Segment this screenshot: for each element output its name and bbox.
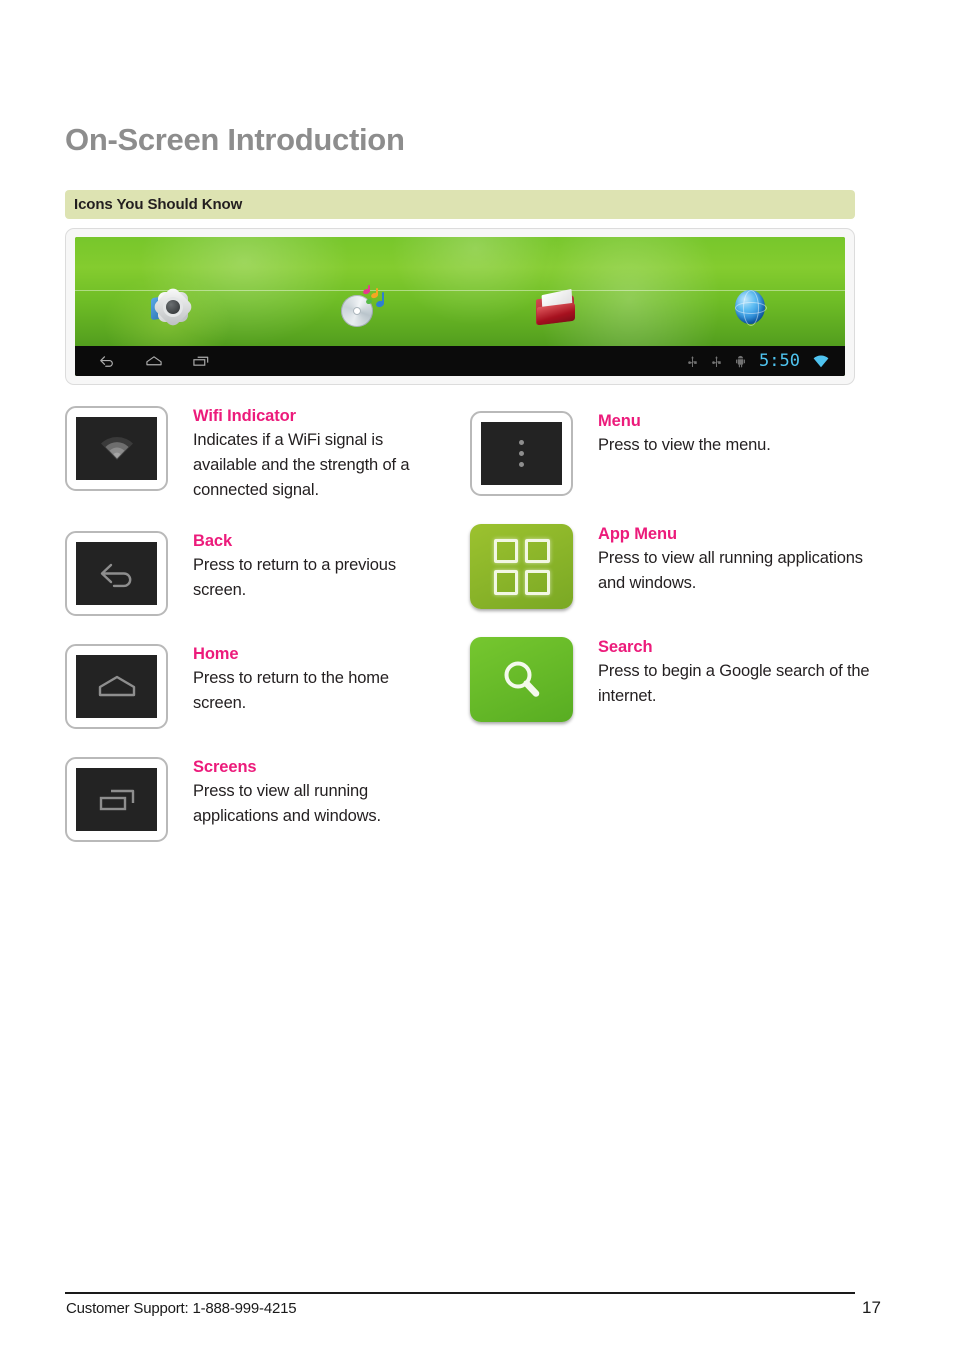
legend-item-search: Search Press to begin a Google search of… xyxy=(470,637,870,722)
legend-left-column: Wifi Indicator Indicates if a WiFi signa… xyxy=(65,406,445,870)
home-screen-app-row xyxy=(75,279,845,335)
legend-title: Search xyxy=(598,638,653,656)
screens-chip xyxy=(65,757,168,843)
legend-item-menu: Menu Press to view the menu. xyxy=(470,411,870,496)
status-clock: 5:50 xyxy=(759,351,800,371)
back-icon[interactable] xyxy=(97,351,117,371)
menu-chip xyxy=(470,411,573,496)
home-icon xyxy=(95,672,139,702)
usb-icon xyxy=(711,354,722,369)
legend-text-block: Home Press to return to the home screen. xyxy=(193,644,445,716)
section-header-bar: Icons You Should Know xyxy=(65,190,855,219)
usb-icon xyxy=(687,354,698,369)
legend-item-back: Back Press to return to a previous scree… xyxy=(65,531,445,617)
legend-description: Press to return to a previous screen. xyxy=(193,556,396,600)
menu-icon xyxy=(517,438,527,470)
legend-description: Press to view the menu. xyxy=(598,436,771,454)
legend-title: Back xyxy=(193,532,233,551)
legend-title: Menu xyxy=(598,412,641,430)
back-chip xyxy=(65,531,168,617)
legend-title: Home xyxy=(193,645,239,664)
file-manager-app-icon[interactable] xyxy=(532,283,580,331)
legend-title: Screens xyxy=(193,758,257,777)
legend-title: App Menu xyxy=(598,525,677,543)
legend-description: Press to view all running applications a… xyxy=(193,782,381,826)
app-slot-music[interactable] xyxy=(268,279,461,335)
app-menu-icon xyxy=(493,538,550,595)
legend-item-wifi-indicator: Wifi Indicator Indicates if a WiFi signa… xyxy=(65,406,445,503)
home-icon[interactable] xyxy=(144,351,164,371)
app-slot-browser[interactable] xyxy=(653,279,846,335)
legend-text-block: Screens Press to view all running applic… xyxy=(193,757,445,829)
app-menu-chip xyxy=(470,524,573,609)
android-debug-icon xyxy=(735,354,746,369)
legend-text-block: Back Press to return to a previous scree… xyxy=(193,531,445,603)
tablet-screenshot-frame: 5:50 xyxy=(65,228,855,385)
navbar-status-group: 5:50 xyxy=(687,351,845,371)
screens-icon xyxy=(95,785,139,815)
footer-divider xyxy=(65,1292,855,1294)
section-header-label: Icons You Should Know xyxy=(74,196,243,213)
legend-description: Press to view all running applications a… xyxy=(598,549,863,593)
footer-page-number: 17 xyxy=(862,1298,881,1317)
legend-text-block: App Menu Press to view all running appli… xyxy=(598,524,870,596)
search-icon xyxy=(497,655,547,705)
legend-text-block: Wifi Indicator Indicates if a WiFi signa… xyxy=(193,406,445,503)
home-chip xyxy=(65,644,168,730)
legend-description: Press to begin a Google search of the in… xyxy=(598,662,870,706)
legend-description: Indicates if a WiFi signal is available … xyxy=(193,431,410,500)
app-slot-file-manager[interactable] xyxy=(460,279,653,335)
legend-text-block: Menu Press to view the menu. xyxy=(598,411,771,458)
legend-item-screens: Screens Press to view all running applic… xyxy=(65,757,445,843)
search-chip xyxy=(470,637,573,722)
wifi-indicator-chip xyxy=(65,406,168,491)
recents-icon[interactable] xyxy=(191,351,211,371)
wifi-icon xyxy=(813,355,829,368)
legend-item-app-menu: App Menu Press to view all running appli… xyxy=(470,524,870,609)
page-title: On-Screen Introduction xyxy=(65,122,405,157)
settings-app-icon[interactable] xyxy=(147,283,195,331)
legend-right-column: Menu Press to view the menu. App Menu Pr… xyxy=(470,406,870,750)
legend-description: Press to return to the home screen. xyxy=(193,669,389,713)
system-navigation-bar: 5:50 xyxy=(75,346,845,376)
browser-app-icon[interactable] xyxy=(725,283,773,331)
tablet-screen: 5:50 xyxy=(75,237,845,376)
footer-customer-support: Customer Support: 1-888-999-4215 xyxy=(66,1300,297,1317)
app-slot-settings[interactable] xyxy=(75,279,268,335)
back-icon xyxy=(95,558,139,590)
legend-item-home: Home Press to return to the home screen. xyxy=(65,644,445,730)
music-app-icon[interactable] xyxy=(340,283,388,331)
legend-title: Wifi Indicator xyxy=(193,407,296,425)
wifi-indicator-icon xyxy=(97,434,137,464)
legend-text-block: Search Press to begin a Google search of… xyxy=(598,637,870,709)
navbar-left-group xyxy=(75,351,211,371)
